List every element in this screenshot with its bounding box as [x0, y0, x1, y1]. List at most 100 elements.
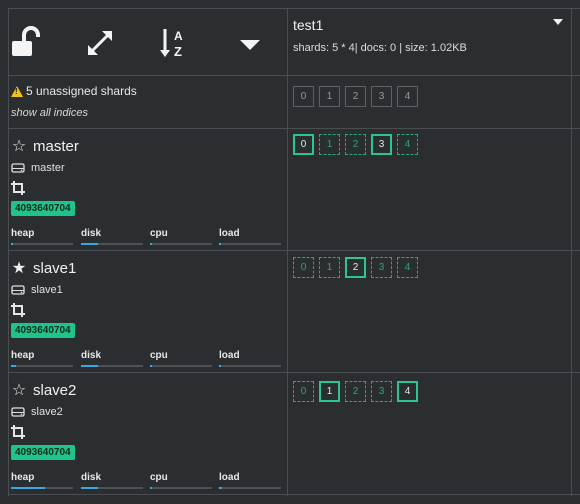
- node-metrics: heap disk cpu load: [11, 472, 286, 492]
- replica-shard[interactable]: 1: [319, 257, 340, 278]
- metric-bar: [150, 487, 212, 489]
- unassigned-warning: 5 unassigned shards: [11, 84, 137, 98]
- grid-divider: [287, 8, 288, 496]
- metric-fill: [11, 487, 45, 489]
- metric-label: load: [219, 350, 240, 361]
- star-filled-icon: ★: [11, 259, 27, 277]
- index-menu-caret-icon[interactable]: [553, 19, 563, 25]
- metric-fill: [219, 365, 221, 367]
- primary-shard[interactable]: 1: [319, 381, 340, 402]
- unassigned-shards-row: 5 unassigned shards show all indices: [8, 76, 287, 128]
- metric-label: heap: [11, 350, 35, 361]
- metric-cpu: cpu: [150, 472, 212, 489]
- metric-disk: disk: [81, 472, 143, 489]
- unassigned-shard-list: 0 1 2 3 4: [293, 86, 418, 107]
- sort-alpha-icon[interactable]: A Z: [156, 25, 192, 61]
- crop-icon: [11, 425, 25, 439]
- primary-shard[interactable]: 2: [345, 257, 366, 278]
- node-shard-list: 01234: [293, 381, 418, 402]
- replica-shard[interactable]: 3: [371, 381, 392, 402]
- primary-shard[interactable]: 4: [397, 381, 418, 402]
- unassigned-shard[interactable]: 4: [397, 86, 418, 107]
- metric-fill: [150, 243, 152, 245]
- toolbar: A Z: [8, 9, 287, 75]
- node-shard-list: 01234: [293, 257, 418, 278]
- index-header[interactable]: test1 shards: 5 * 4| docs: 0 | size: 1.0…: [288, 9, 571, 75]
- replica-shard[interactable]: 3: [371, 257, 392, 278]
- grid-divider: [571, 8, 572, 496]
- replica-shard[interactable]: 0: [293, 257, 314, 278]
- metric-bar: [81, 365, 143, 367]
- metric-label: cpu: [150, 228, 168, 239]
- metric-label: load: [219, 472, 240, 483]
- metric-label: cpu: [150, 350, 168, 361]
- expand-icon[interactable]: [82, 25, 118, 61]
- metric-label: cpu: [150, 472, 168, 483]
- node-name[interactable]: slave2: [33, 382, 76, 399]
- replica-shard[interactable]: 2: [345, 134, 366, 155]
- star-outline-icon: ☆: [11, 137, 27, 155]
- metric-bar: [11, 487, 73, 489]
- replica-shard[interactable]: 4: [397, 134, 418, 155]
- node-name[interactable]: slave1: [33, 260, 76, 277]
- node-id-badge: 4093640704: [11, 201, 75, 216]
- star-outline-icon: ☆: [11, 381, 27, 399]
- show-all-indices-link[interactable]: show all indices: [11, 107, 88, 119]
- node-metrics: heap disk cpu load: [11, 228, 286, 248]
- metric-fill: [81, 487, 98, 489]
- metric-label: load: [219, 228, 240, 239]
- node-row: ☆ slave2 slave2 4093640704 heap disk cpu load: [8, 373, 287, 495]
- node-host: slave2: [31, 406, 63, 418]
- node-metrics: heap disk cpu load: [11, 350, 286, 370]
- crop-icon: [11, 303, 25, 317]
- metric-fill: [11, 365, 16, 367]
- warning-icon: [11, 85, 23, 97]
- node-shard-list: 01234: [293, 134, 418, 155]
- metric-load: load: [219, 350, 281, 367]
- unassigned-shard[interactable]: 2: [345, 86, 366, 107]
- hdd-icon: [11, 407, 25, 417]
- metric-bar: [219, 365, 281, 367]
- primary-shard[interactable]: 3: [371, 134, 392, 155]
- node-host-line: slave2: [11, 406, 63, 418]
- svg-text:Z: Z: [174, 44, 182, 59]
- hdd-icon: [11, 163, 25, 173]
- metric-bar: [150, 243, 212, 245]
- unassigned-shard[interactable]: 1: [319, 86, 340, 107]
- metric-bar: [11, 365, 73, 367]
- unassigned-shard[interactable]: 3: [371, 86, 392, 107]
- node-name[interactable]: master: [33, 138, 79, 155]
- index-name[interactable]: test1: [293, 17, 323, 33]
- metric-heap: heap: [11, 228, 73, 245]
- metric-heap: heap: [11, 472, 73, 489]
- replica-shard[interactable]: 4: [397, 257, 418, 278]
- metric-fill: [11, 243, 13, 245]
- crop-icon: [11, 181, 25, 195]
- caret-down-icon[interactable]: [232, 25, 268, 61]
- metric-fill: [219, 487, 222, 489]
- node-row: ☆ master master 4093640704 heap disk cpu load: [8, 129, 287, 251]
- metric-heap: heap: [11, 350, 73, 367]
- replica-shard[interactable]: 1: [319, 134, 340, 155]
- metric-fill: [81, 243, 98, 245]
- primary-shard[interactable]: 0: [293, 134, 314, 155]
- metric-fill: [150, 487, 152, 489]
- node-id-badge: 4093640704: [11, 445, 75, 460]
- unassigned-warning-text: 5 unassigned shards: [26, 84, 137, 98]
- metric-cpu: cpu: [150, 350, 212, 367]
- replica-shard[interactable]: 0: [293, 381, 314, 402]
- unassigned-shard[interactable]: 0: [293, 86, 314, 107]
- metric-fill: [150, 365, 152, 367]
- metric-load: load: [219, 228, 281, 245]
- hdd-icon: [11, 285, 25, 295]
- node-id-badge: 4093640704: [11, 323, 75, 338]
- metric-disk: disk: [81, 350, 143, 367]
- metric-label: disk: [81, 228, 102, 239]
- unlock-icon[interactable]: [10, 25, 46, 61]
- metric-disk: disk: [81, 228, 143, 245]
- metric-label: heap: [11, 228, 35, 239]
- metric-bar: [81, 487, 143, 489]
- node-name-line: ★ slave1: [11, 259, 77, 277]
- replica-shard[interactable]: 2: [345, 381, 366, 402]
- metric-bar: [11, 243, 73, 245]
